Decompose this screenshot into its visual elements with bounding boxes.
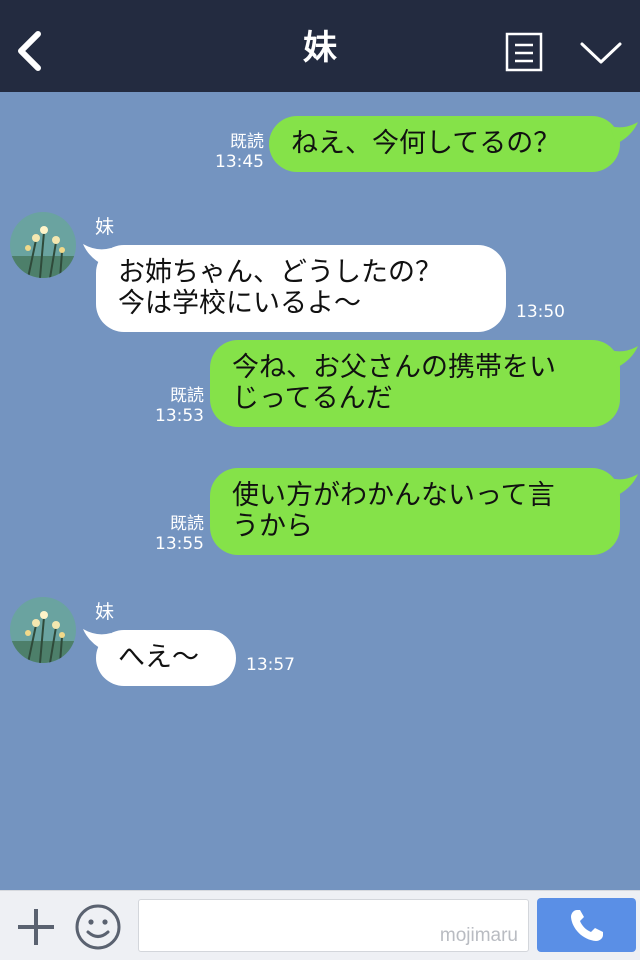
message-line: へえ〜 [118,642,199,673]
message-line: 今ね、お父さんの携帯をい [232,352,556,383]
outgoing-message-bubble[interactable]: 使い方がわかんないって言 うから [210,468,620,555]
message-line: じってるんだ [232,383,393,414]
plus-icon[interactable] [14,905,58,949]
contact-avatar[interactable] [10,597,76,663]
chat-header: 妹 [0,0,640,92]
message-line: ねえ、今何してるの？ [291,128,561,159]
read-receipt: 既読 [170,386,204,406]
message-line: 今は学校にいるよ〜 [118,288,361,319]
message-time: 13:50 [516,302,565,322]
outgoing-message-bubble[interactable]: 今ね、お父さんの携帯をい じってるんだ [210,340,620,427]
incoming-message-bubble[interactable]: お姉ちゃん、どうしたの？ 今は学校にいるよ〜 [96,245,506,332]
contact-avatar[interactable] [10,212,76,278]
outgoing-message-bubble[interactable]: ねえ、今何してるの？ [269,116,620,172]
watermark-text: mojimaru [439,925,518,946]
smiley-icon[interactable] [74,903,122,951]
incoming-message-bubble[interactable]: へえ〜 [96,630,236,686]
bubble-tail [610,346,638,368]
avatar-image [10,597,76,663]
call-button[interactable] [537,898,636,952]
sender-name: 妹 [95,216,115,238]
message-meta: 既読 13:53 [146,386,204,426]
message-line: 使い方がわかんないって言 [232,480,555,511]
notes-icon[interactable] [505,32,543,72]
message-time: 13:55 [155,534,204,554]
message-meta: 既読 13:45 [206,132,264,172]
sender-name: 妹 [95,601,115,623]
chat-title: 妹 [303,28,337,68]
message-line: お姉ちゃん、どうしたの？ [118,257,442,288]
message-time: 13:57 [246,655,295,675]
chat-area[interactable]: 既読 13:45 ねえ、今何してるの？ 妹 お姉ちゃん、どうしたの？ 今は学校に… [0,92,640,890]
message-line: うから [232,511,313,542]
bubble-tail [610,122,638,144]
bubble-tail [610,474,638,496]
read-receipt: 既読 [170,514,204,534]
read-receipt: 既読 [230,132,264,152]
phone-icon [571,910,603,941]
message-input[interactable]: mojimaru [138,899,529,952]
message-time: 13:45 [215,152,264,172]
composer-bar: mojimaru [0,890,640,960]
back-chevron-icon[interactable] [12,28,46,74]
avatar-image [10,212,76,278]
message-meta: 既読 13:55 [146,514,204,554]
message-time: 13:53 [155,406,204,426]
chevron-down-icon[interactable] [578,38,624,68]
